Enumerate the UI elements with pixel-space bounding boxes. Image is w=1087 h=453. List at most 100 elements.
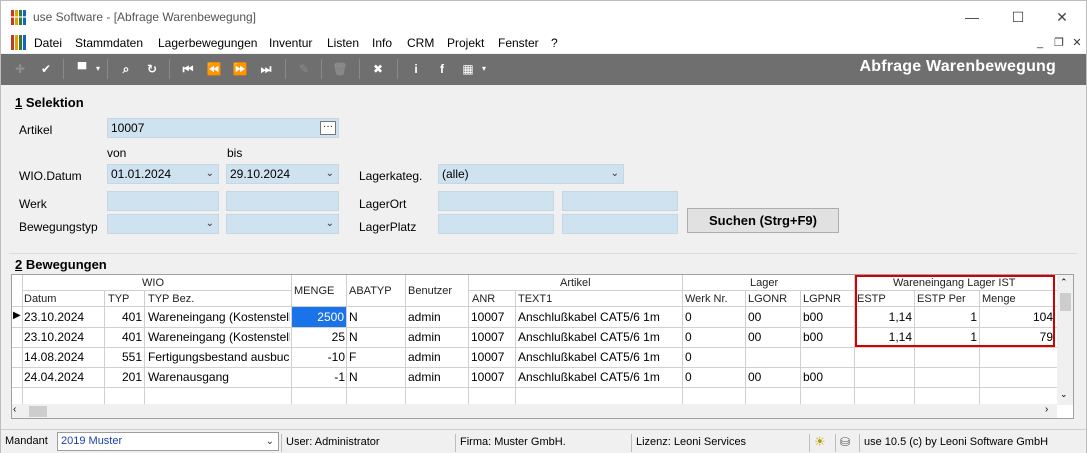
col-header-menge[interactable]: MENGE xyxy=(294,285,334,297)
artikel-field[interactable]: 10007 ··· xyxy=(107,118,339,138)
cell-anr[interactable]: 10007 xyxy=(471,347,514,367)
wio-datum-bis-picker[interactable]: 29.10.2024 ⌄ xyxy=(226,164,339,184)
cell-werk-nr[interactable]: 0 xyxy=(685,327,744,347)
search-icon[interactable]: ⌕ xyxy=(117,60,135,78)
search-button[interactable]: Suchen (Strg+F9) xyxy=(687,208,839,233)
cell-werk-nr[interactable]: 0 xyxy=(685,367,744,387)
col-header-benutzer[interactable]: Benutzer xyxy=(408,285,452,297)
cell-typ[interactable]: 201 xyxy=(106,367,142,387)
bewegungstyp-bis-select[interactable]: ⌄ xyxy=(226,214,339,234)
cell-lgpnr[interactable]: b00 xyxy=(803,327,853,347)
mandant-select[interactable]: 2019 Muster ⌄ xyxy=(57,432,279,451)
cell-typ-bez[interactable]: Fertigungsbestand ausbuchen xyxy=(148,347,290,367)
print-dropdown-icon[interactable]: ▾ xyxy=(93,60,103,78)
werk-bis-field[interactable] xyxy=(226,191,339,211)
cell-werk-nr[interactable]: 0 xyxy=(685,347,744,367)
cell-estp[interactable] xyxy=(856,347,912,367)
col-header-text1[interactable]: TEXT1 xyxy=(518,293,552,305)
cell-werk-nr[interactable]: 0 xyxy=(685,307,744,327)
cell-abatyp[interactable]: N xyxy=(349,327,404,347)
werk-von-field[interactable] xyxy=(107,191,219,211)
cancel-icon[interactable]: ✖ xyxy=(369,60,387,78)
col-header-anr[interactable]: ANR xyxy=(472,293,495,305)
lagerort-bis-field[interactable] xyxy=(562,191,678,211)
sun-icon[interactable]: ☀ xyxy=(809,434,833,452)
cell-lgonr[interactable] xyxy=(748,347,799,367)
minimize-button[interactable]: — xyxy=(949,3,995,31)
function-icon[interactable]: f xyxy=(433,60,451,78)
cell-text1[interactable]: Anschlußkabel CAT5/6 1m xyxy=(518,327,681,347)
cell-datum[interactable]: 14.08.2024 xyxy=(24,347,104,367)
app-menu-icon[interactable] xyxy=(11,35,27,50)
delete-icon[interactable]: 🗑 xyxy=(331,60,349,78)
cell-typ[interactable]: 401 xyxy=(106,307,142,327)
cell-anr[interactable]: 10007 xyxy=(471,327,514,347)
col-header-typ-bez[interactable]: TYP Bez. xyxy=(148,293,194,305)
cell-anr[interactable]: 10007 xyxy=(471,367,514,387)
menu-fenster[interactable]: Fenster xyxy=(498,36,539,50)
cell-anr[interactable]: 10007 xyxy=(471,307,514,327)
scroll-right-icon[interactable]: › xyxy=(1045,404,1048,415)
cell-typ-bez[interactable]: Wareneingang (Kostenstelle) xyxy=(148,327,290,347)
cell-lgonr[interactable]: 00 xyxy=(748,307,799,327)
cell-menge[interactable]: -1 xyxy=(293,367,345,387)
wio-datum-von-picker[interactable]: 01.01.2024 ⌄ xyxy=(107,164,219,184)
cell-text1[interactable]: Anschlußkabel CAT5/6 1m xyxy=(518,367,681,387)
cell-text1[interactable]: Anschlußkabel CAT5/6 1m xyxy=(518,307,681,327)
col-header-lgpnr[interactable]: LGPNR xyxy=(803,293,841,305)
cell-typ[interactable]: 401 xyxy=(106,327,142,347)
cell-lgonr[interactable]: 00 xyxy=(748,327,799,347)
artikel-lookup-button[interactable]: ··· xyxy=(320,121,336,135)
confirm-icon[interactable]: ✔ xyxy=(37,60,55,78)
menu-inventur[interactable]: Inventur xyxy=(269,36,312,50)
cell-datum[interactable]: 24.04.2024 xyxy=(24,367,104,387)
cell-datum[interactable]: 23.10.2024 xyxy=(24,307,104,327)
col-header-abatyp[interactable]: ABATYP xyxy=(349,285,392,297)
cell-benutzer[interactable]: admin xyxy=(408,367,466,387)
bewegungstyp-von-select[interactable]: ⌄ xyxy=(107,214,219,234)
vertical-scrollbar[interactable]: ⌃ ⌄ xyxy=(1057,275,1073,405)
previous-record-icon[interactable]: ⏪ xyxy=(205,60,223,78)
grid-icon[interactable]: ▦ xyxy=(459,60,477,78)
lagerplatz-bis-field[interactable] xyxy=(562,214,678,234)
scroll-left-icon[interactable]: ‹ xyxy=(13,404,16,415)
horizontal-scroll-thumb[interactable] xyxy=(29,406,47,417)
cell-datum[interactable]: 23.10.2024 xyxy=(24,327,104,347)
col-header-datum[interactable]: Datum xyxy=(24,293,56,305)
edit-icon[interactable]: ✎ xyxy=(295,60,313,78)
menu-datei[interactable]: Datei xyxy=(34,36,62,50)
menu-info[interactable]: Info xyxy=(372,36,392,50)
cell-typ-bez[interactable]: Wareneingang (Kostenstelle) xyxy=(148,307,290,327)
network-icon[interactable]: ⛁ xyxy=(835,434,857,452)
cell-abatyp[interactable]: N xyxy=(349,367,404,387)
cell-benutzer[interactable]: admin xyxy=(408,327,466,347)
grid-dropdown-icon[interactable]: ▾ xyxy=(479,60,489,78)
cell-menge[interactable]: -10 xyxy=(293,347,345,367)
cell-estp[interactable] xyxy=(856,367,912,387)
lagerort-von-field[interactable] xyxy=(438,191,554,211)
cell-lgpnr[interactable] xyxy=(803,347,853,367)
cell-menge[interactable]: 2500 xyxy=(292,307,346,327)
last-record-icon[interactable]: ⏭ xyxy=(257,60,275,78)
mdi-close-icon[interactable]: ✕ xyxy=(1068,36,1086,50)
close-button[interactable]: ✕ xyxy=(1039,3,1085,31)
cell-benutzer[interactable]: admin xyxy=(408,307,466,327)
add-icon[interactable]: ✚ xyxy=(11,60,29,78)
scroll-down-icon[interactable]: ⌄ xyxy=(1060,389,1068,400)
horizontal-scrollbar[interactable]: ‹ › xyxy=(12,404,1057,418)
cell-lgpnr[interactable]: b00 xyxy=(803,307,853,327)
refresh-icon[interactable]: ↻ xyxy=(143,60,161,78)
cell-abatyp[interactable]: F xyxy=(349,347,404,367)
info-icon[interactable]: i xyxy=(407,60,425,78)
lagerplatz-von-field[interactable] xyxy=(438,214,554,234)
bewegungen-grid[interactable]: WIO Artikel Lager Wareneingang Lager IST… xyxy=(11,274,1074,419)
col-header-werk-nr[interactable]: Werk Nr. xyxy=(685,293,728,305)
cell-estp-per[interactable] xyxy=(916,367,977,387)
cell-text1[interactable]: Anschlußkabel CAT5/6 1m xyxy=(518,347,681,367)
table-row[interactable]: 14.08.2024551 Fertigungsbestand ausbuchen… xyxy=(12,347,1057,367)
maximize-button[interactable]: ☐ xyxy=(995,3,1041,31)
menu-help[interactable]: ? xyxy=(551,36,558,50)
print-icon[interactable]: ▀ xyxy=(73,60,91,78)
cell-benutzer[interactable]: admin xyxy=(408,347,466,367)
cell-estp-per[interactable] xyxy=(916,347,977,367)
